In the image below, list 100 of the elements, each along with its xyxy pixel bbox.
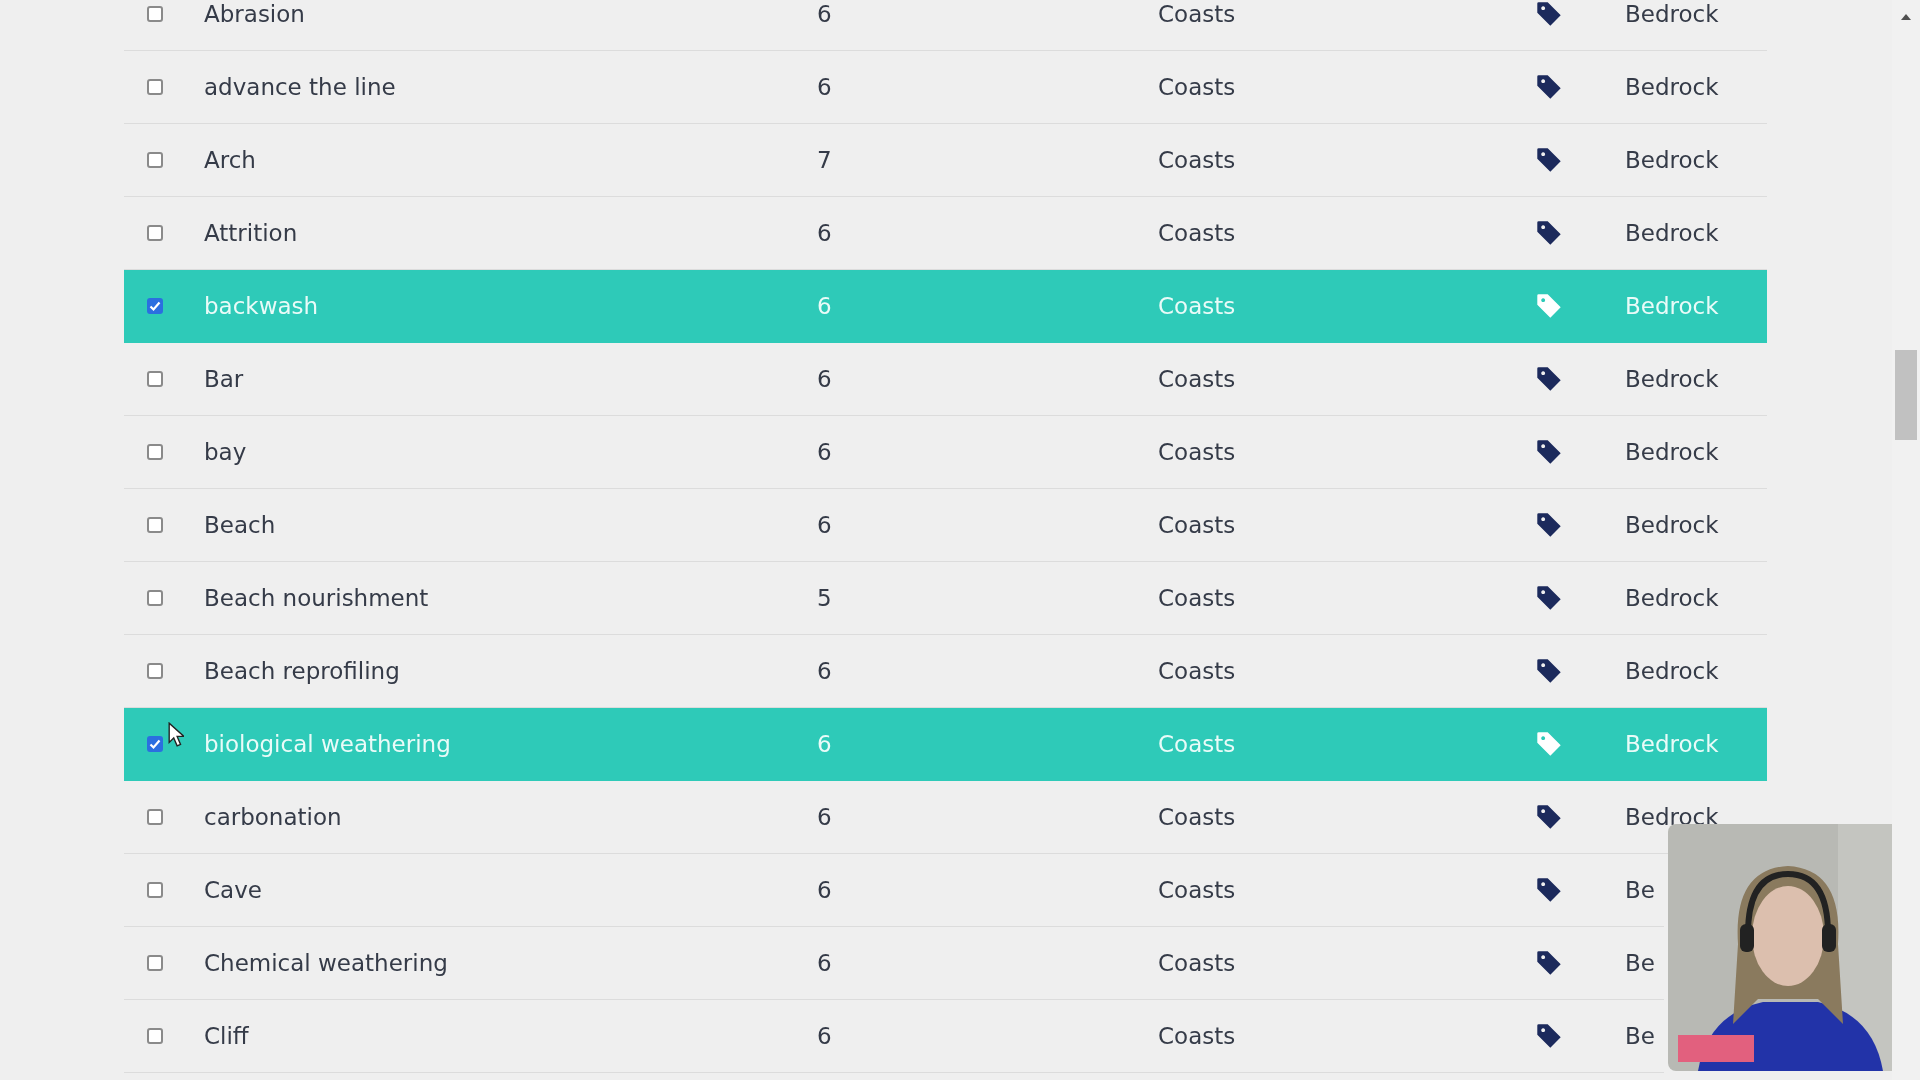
- table-row[interactable]: Beach 6 Coasts Bedrock: [124, 489, 1767, 562]
- count-cell: 6: [817, 220, 832, 246]
- topic-cell: Coasts: [1158, 804, 1236, 830]
- level-cell: Bedrock: [1625, 585, 1719, 611]
- checkbox[interactable]: [147, 590, 163, 606]
- term-cell: biological weathering: [204, 731, 451, 757]
- tag-icon[interactable]: [1536, 1, 1562, 27]
- term-cell: carbonation: [204, 804, 342, 830]
- count-cell: 6: [817, 74, 832, 100]
- term-cell: Attrition: [204, 220, 298, 246]
- term-cell: Cliff: [204, 1023, 249, 1049]
- level-cell: Be: [1625, 877, 1655, 903]
- table-row[interactable]: bay 6 Coasts Bedrock: [124, 416, 1767, 489]
- tag-icon[interactable]: [1536, 804, 1562, 830]
- tag-icon[interactable]: [1536, 585, 1562, 611]
- table-row[interactable]: Bar 6 Coasts Bedrock: [124, 343, 1767, 416]
- term-cell: bay: [204, 439, 247, 465]
- topic-cell: Coasts: [1158, 1, 1236, 27]
- tag-icon[interactable]: [1536, 439, 1562, 465]
- level-cell: Bedrock: [1625, 147, 1719, 173]
- level-cell: Bedrock: [1625, 366, 1719, 392]
- level-cell: Bedrock: [1625, 1, 1719, 27]
- table-row[interactable]: Chemical weathering 6 Coasts Be: [124, 927, 1664, 1000]
- scroll-up-icon[interactable]: [1901, 14, 1911, 20]
- count-cell: 6: [817, 804, 832, 830]
- checkbox[interactable]: [147, 517, 163, 533]
- topic-cell: Coasts: [1158, 585, 1236, 611]
- table-row[interactable]: Beach nourishment 5 Coasts Bedrock: [124, 562, 1767, 635]
- level-cell: Bedrock: [1625, 220, 1719, 246]
- count-cell: 6: [817, 1, 832, 27]
- level-cell: Bedrock: [1625, 74, 1719, 100]
- tag-icon[interactable]: [1536, 74, 1562, 100]
- topic-cell: Coasts: [1158, 74, 1236, 100]
- count-cell: 6: [817, 658, 832, 684]
- topic-cell: Coasts: [1158, 731, 1236, 757]
- topic-cell: Coasts: [1158, 658, 1236, 684]
- term-cell: Beach nourishment: [204, 585, 429, 611]
- term-cell: advance the line: [204, 74, 396, 100]
- topic-cell: Coasts: [1158, 512, 1236, 538]
- term-cell: Beach: [204, 512, 276, 538]
- table-row[interactable]: Arch 7 Coasts Bedrock: [124, 124, 1767, 197]
- checkbox[interactable]: [147, 371, 163, 387]
- tag-icon[interactable]: [1536, 220, 1562, 246]
- checkbox[interactable]: [147, 79, 163, 95]
- topic-cell: Coasts: [1158, 366, 1236, 392]
- term-cell: Bar: [204, 366, 244, 392]
- checkbox[interactable]: [147, 736, 163, 752]
- topic-cell: Coasts: [1158, 950, 1236, 976]
- table-row[interactable]: Abrasion 6 Coasts Bedrock: [124, 0, 1767, 51]
- count-cell: 6: [817, 439, 832, 465]
- checkbox[interactable]: [147, 882, 163, 898]
- level-cell: Bedrock: [1625, 293, 1719, 319]
- tag-icon[interactable]: [1536, 877, 1562, 903]
- level-cell: Bedrock: [1625, 512, 1719, 538]
- count-cell: 6: [817, 1023, 832, 1049]
- checkbox[interactable]: [147, 1028, 163, 1044]
- count-cell: 6: [817, 512, 832, 538]
- level-cell: Bedrock: [1625, 731, 1719, 757]
- table-row[interactable]: Cliff 6 Coasts Be: [124, 1000, 1664, 1073]
- table-row[interactable]: Cave 6 Coasts Be: [124, 854, 1664, 927]
- term-cell: backwash: [204, 293, 319, 319]
- tag-icon[interactable]: [1536, 658, 1562, 684]
- count-cell: 5: [817, 585, 832, 611]
- checkbox[interactable]: [147, 444, 163, 460]
- tag-icon[interactable]: [1536, 366, 1562, 392]
- count-cell: 6: [817, 293, 832, 319]
- level-cell: Be: [1625, 1023, 1655, 1049]
- term-cell: Cave: [204, 877, 262, 903]
- checkbox[interactable]: [147, 152, 163, 168]
- checkbox[interactable]: [147, 6, 163, 22]
- checkbox[interactable]: [147, 955, 163, 971]
- checkbox[interactable]: [147, 663, 163, 679]
- term-cell: Abrasion: [204, 1, 305, 27]
- count-cell: 6: [817, 950, 832, 976]
- level-cell: Be: [1625, 950, 1655, 976]
- tag-icon[interactable]: [1536, 950, 1562, 976]
- scroll-thumb[interactable]: [1895, 350, 1917, 440]
- count-cell: 6: [817, 731, 832, 757]
- count-cell: 6: [817, 366, 832, 392]
- term-cell: Chemical weathering: [204, 950, 448, 976]
- topic-cell: Coasts: [1158, 877, 1236, 903]
- checkbox[interactable]: [147, 809, 163, 825]
- cursor-icon: [168, 722, 184, 747]
- tag-icon[interactable]: [1536, 512, 1562, 538]
- term-cell: Beach reprofiling: [204, 658, 400, 684]
- topic-cell: Coasts: [1158, 293, 1236, 319]
- level-cell: Bedrock: [1625, 804, 1719, 830]
- tag-icon[interactable]: [1536, 147, 1562, 173]
- table-row[interactable]: advance the line 6 Coasts Bedrock: [124, 51, 1767, 124]
- checkbox[interactable]: [147, 298, 163, 314]
- tag-icon[interactable]: [1536, 1023, 1562, 1049]
- checkbox[interactable]: [147, 225, 163, 241]
- topic-cell: Coasts: [1158, 439, 1236, 465]
- count-cell: 7: [817, 147, 832, 173]
- level-cell: Bedrock: [1625, 439, 1719, 465]
- level-cell: Bedrock: [1625, 658, 1719, 684]
- topic-cell: Coasts: [1158, 147, 1236, 173]
- count-cell: 6: [817, 877, 832, 903]
- topic-cell: Coasts: [1158, 1023, 1236, 1049]
- term-cell: Arch: [204, 147, 256, 173]
